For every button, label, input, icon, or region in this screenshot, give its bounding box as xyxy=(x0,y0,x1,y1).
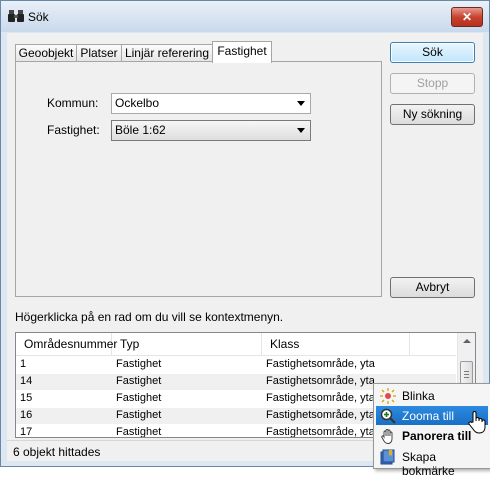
close-icon: ✕ xyxy=(461,10,473,24)
table-header: Områdesnummer Typ Klass xyxy=(16,333,456,356)
row-number: 17 xyxy=(20,426,33,438)
column-header-omradesnummer[interactable]: Områdesnummer xyxy=(16,333,117,355)
chevron-down-icon xyxy=(297,101,305,106)
row-class: Fastighetsområde, yta xyxy=(266,409,375,421)
row-class: Fastighetsområde, yta xyxy=(266,375,375,387)
menu-item-label: Skapa bokmärke xyxy=(402,450,455,478)
blink-icon xyxy=(380,388,396,404)
menu-item-label: Panorera till xyxy=(402,429,472,443)
zoom-in-icon xyxy=(380,408,396,424)
grip-line xyxy=(464,371,469,372)
tab-geoobjekt[interactable]: Geoobjekt xyxy=(15,44,77,62)
row-number: 16 xyxy=(20,409,33,421)
row-type: Fastighet xyxy=(116,426,162,438)
title-bar: Sök ✕ xyxy=(1,1,489,32)
stop-button[interactable]: Stopp xyxy=(390,73,475,94)
row-class: Fastighetsområde, yta xyxy=(266,392,375,404)
row-type: Fastighet xyxy=(116,392,162,404)
menu-item-label: Zooma till xyxy=(402,409,455,423)
row-type: Fastighet xyxy=(116,375,162,387)
grip-line xyxy=(464,377,469,378)
cancel-button[interactable]: Avbryt xyxy=(390,277,475,298)
kommun-dropdown[interactable]: Ockelbo xyxy=(111,93,311,114)
fastighet-label: Fastighet: xyxy=(47,123,100,137)
row-class: Fastighetsområde, yta xyxy=(266,358,375,370)
tab-platser[interactable]: Platser xyxy=(76,44,122,62)
pan-hand-icon xyxy=(381,429,393,444)
fastighet-value: Böle 1:62 xyxy=(115,123,166,137)
kommun-label: Kommun: xyxy=(47,96,99,110)
fastighet-dropdown[interactable]: Böle 1:62 xyxy=(111,120,311,141)
fastighet-panel: Kommun: Ockelbo Fastighet: Böle 1:62 xyxy=(15,61,382,297)
grip-line xyxy=(464,374,469,375)
table-row[interactable]: 1 Fastighet Fastighetsområde, yta xyxy=(16,357,456,373)
column-header-typ[interactable]: Typ xyxy=(112,333,262,355)
close-button[interactable]: ✕ xyxy=(451,7,483,27)
result-count: 6 objekt hittades xyxy=(13,445,101,459)
context-menu-hint: Högerklicka på en rad om du vill se kont… xyxy=(15,310,284,324)
row-class: Fastighetsområde, yta xyxy=(266,426,375,438)
search-button[interactable]: Sök xyxy=(390,42,475,63)
binoculars-icon xyxy=(8,10,24,22)
menu-item-skapa-bokmarke[interactable]: Skapa bokmärke xyxy=(376,447,488,478)
column-header-klass[interactable]: Klass xyxy=(262,333,410,355)
menu-item-blinka[interactable]: Blinka xyxy=(376,386,488,405)
row-number: 1 xyxy=(20,358,27,370)
new-search-button[interactable]: Ny sökning xyxy=(390,104,475,125)
tab-fastighet[interactable]: Fastighet xyxy=(212,41,272,63)
window-title: Sök xyxy=(28,10,49,24)
kommun-value: Ockelbo xyxy=(115,96,160,110)
chevron-down-icon xyxy=(297,128,305,133)
scroll-up-icon[interactable] xyxy=(463,339,471,343)
row-type: Fastighet xyxy=(116,409,162,421)
row-type: Fastighet xyxy=(116,358,162,370)
hand-cursor-icon xyxy=(468,411,486,434)
menu-item-label: Blinka xyxy=(402,389,435,403)
row-number: 14 xyxy=(20,375,33,387)
row-number: 15 xyxy=(20,392,33,404)
tab-linjar-referering[interactable]: Linjär referering xyxy=(121,44,213,62)
bookmark-icon xyxy=(380,449,395,465)
